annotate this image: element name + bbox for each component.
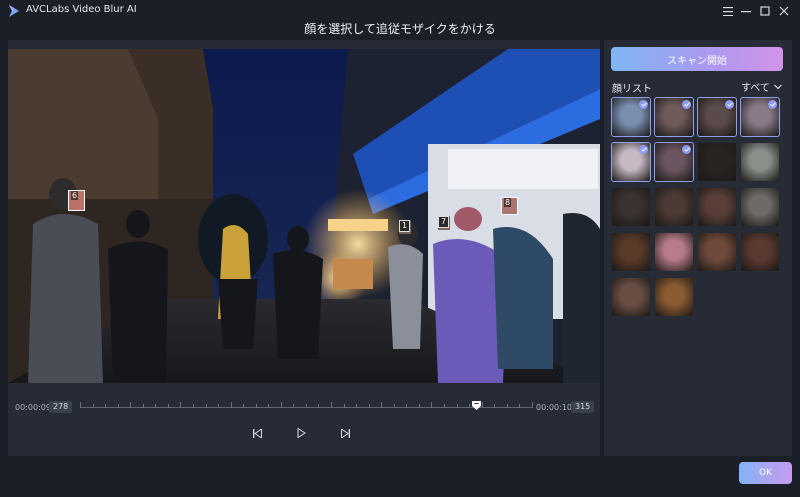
timeline-tick: [105, 404, 107, 408]
start-scan-button[interactable]: スキャン開始: [611, 47, 783, 71]
skip-previous-icon[interactable]: [249, 426, 265, 440]
face-thumbnail[interactable]: [654, 97, 694, 137]
timeline-tick: [117, 404, 119, 408]
chevron-down-icon: [773, 84, 782, 89]
end-frame: 315: [571, 401, 595, 413]
timeline-tick: [192, 404, 194, 408]
face-thumbnail[interactable]: [698, 233, 736, 271]
video-panel: 6 1 7 8 00:00:09 278 00:00:10 315: [8, 40, 600, 456]
app-logo-icon: [9, 5, 19, 17]
timeline-tick: [356, 404, 358, 408]
face-filter-dropdown[interactable]: すべて: [741, 79, 782, 94]
face-thumbnail[interactable]: [611, 97, 651, 137]
check-icon: [725, 100, 734, 109]
timeline-tick: [80, 402, 81, 408]
timeline-tick: [343, 404, 345, 408]
timeline: 00:00:09 278 00:00:10 315: [8, 398, 600, 418]
timeline-tick: [280, 402, 282, 408]
timeline-tick: [481, 402, 483, 408]
face-list-panel: スキャン開始 顔リスト すべて: [604, 40, 792, 456]
face-marker-label: 6: [71, 191, 79, 200]
hamburger-icon[interactable]: [720, 3, 736, 19]
timeline-tick: [205, 404, 207, 408]
app-title: AVCLabs Video Blur AI: [26, 4, 137, 15]
timeline-tick: [469, 404, 471, 408]
timeline-tick: [305, 404, 307, 408]
face-thumbnail[interactable]: [612, 188, 650, 226]
timeline-tick: [142, 404, 144, 408]
timeline-tick: [431, 402, 433, 408]
face-thumbnail[interactable]: [741, 143, 779, 181]
timeline-tick: [506, 404, 508, 408]
timeline-tick: [406, 404, 408, 408]
timeline-tick: [255, 404, 257, 408]
timeline-tick: [318, 404, 320, 408]
timeline-tick: [218, 404, 220, 408]
timeline-tick: [381, 402, 383, 408]
maximize-icon[interactable]: [757, 3, 773, 19]
face-marker-label[interactable]: 7: [438, 216, 450, 228]
face-thumbnail[interactable]: [655, 233, 693, 271]
check-icon: [682, 145, 691, 154]
face-thumbnail[interactable]: [698, 188, 736, 226]
close-icon[interactable]: [776, 3, 792, 19]
timeline-tick: [180, 402, 182, 408]
face-thumbnail[interactable]: [741, 188, 779, 226]
face-thumbnail[interactable]: [654, 142, 694, 182]
start-frame: 278: [49, 401, 73, 413]
face-marker[interactable]: 6: [68, 190, 85, 211]
playhead-handle[interactable]: [472, 401, 481, 410]
timeline-tick: [92, 404, 94, 408]
timeline-tick: [443, 404, 445, 408]
title-bar: AVCLabs Video Blur AI: [0, 0, 800, 22]
ok-button[interactable]: OK: [739, 462, 792, 484]
timeline-tick: [368, 404, 370, 408]
timeline-tick: [519, 404, 521, 408]
face-thumbnail[interactable]: [740, 97, 780, 137]
timeline-tick: [243, 404, 245, 408]
skip-next-icon[interactable]: [337, 426, 353, 440]
check-icon: [639, 145, 648, 154]
face-marker-label: 8: [504, 198, 512, 207]
timeline-tick: [293, 404, 295, 408]
check-icon: [768, 100, 777, 109]
face-thumbnail[interactable]: [611, 142, 651, 182]
end-time: 00:00:10: [536, 403, 572, 412]
street-scene-image: [8, 49, 600, 383]
page-title: 顔を選択して追従モザイクをかける: [304, 22, 496, 36]
face-list-title: 顔リスト: [612, 84, 652, 95]
timeline-tick: [494, 404, 496, 408]
timeline-tick: [268, 404, 270, 408]
face-thumbnail[interactable]: [655, 188, 693, 226]
playback-controls: [8, 426, 600, 442]
face-marker-label[interactable]: 1: [399, 220, 411, 232]
face-thumbnail[interactable]: [697, 97, 737, 137]
timeline-tick: [130, 402, 132, 408]
check-icon: [639, 100, 648, 109]
face-thumbnail[interactable]: [612, 233, 650, 271]
face-thumbnail[interactable]: [612, 278, 650, 316]
face-thumbnail[interactable]: [655, 278, 693, 316]
timeline-tick: [531, 402, 533, 408]
timeline-tick: [230, 402, 232, 408]
timeline-tick: [167, 404, 169, 408]
video-preview[interactable]: 6 1 7 8: [8, 49, 600, 383]
face-thumbnail[interactable]: [698, 143, 736, 181]
timeline-tick: [418, 404, 420, 408]
timeline-tick: [155, 404, 157, 408]
face-thumbnail[interactable]: [741, 233, 779, 271]
start-time: 00:00:09: [15, 403, 51, 412]
timeline-tick: [456, 404, 458, 408]
timeline-tick: [331, 402, 332, 408]
face-filter-label: すべて: [741, 83, 770, 94]
play-icon[interactable]: [293, 426, 309, 440]
check-icon: [682, 100, 691, 109]
timeline-tick: [393, 404, 395, 408]
face-marker[interactable]: 8: [501, 197, 518, 215]
minimize-icon[interactable]: [738, 3, 754, 19]
